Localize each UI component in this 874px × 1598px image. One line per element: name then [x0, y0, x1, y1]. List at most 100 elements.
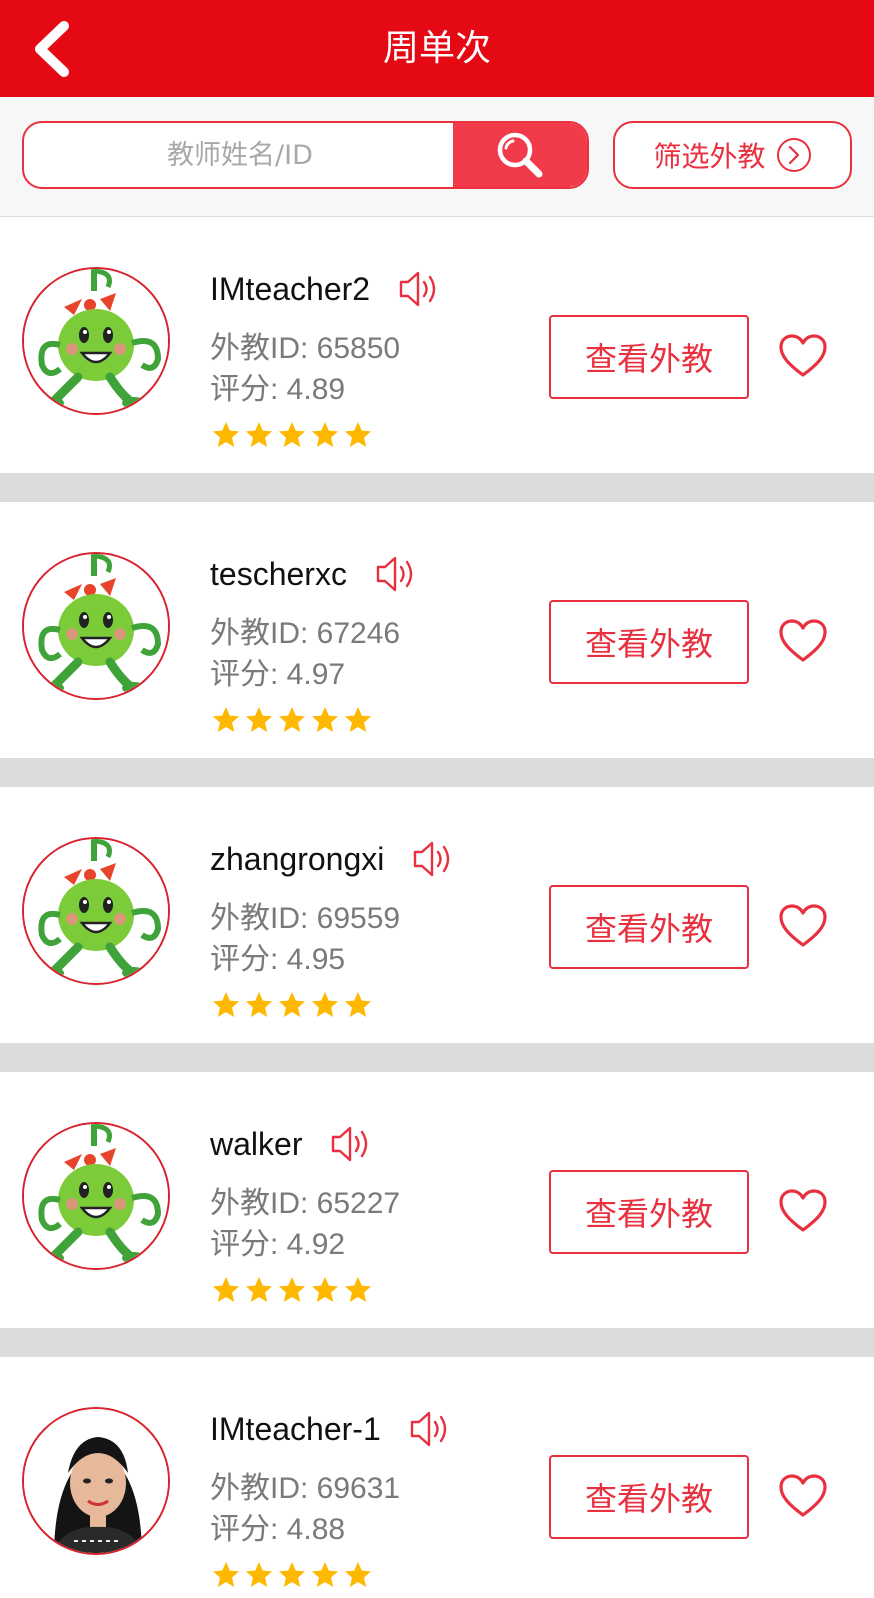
view-teacher-button[interactable]: 查看外教 — [549, 315, 749, 399]
view-teacher-button[interactable]: 查看外教 — [549, 1170, 749, 1254]
heart-icon — [779, 619, 827, 662]
view-teacher-button[interactable]: 查看外教 — [549, 885, 749, 969]
search-icon — [497, 132, 543, 178]
teacher-score: 评分: 4.89 — [210, 373, 346, 406]
star-icon — [345, 422, 371, 447]
avatar[interactable] — [22, 1407, 170, 1555]
search-input[interactable] — [24, 123, 456, 187]
filter-teachers-button[interactable]: 筛选外教 — [613, 121, 852, 189]
top-bar: 周单次 — [0, 0, 874, 97]
teacher-list: IMteacher2 外教ID: 65850 评分: 4.89 查看外教 tes… — [0, 217, 874, 1598]
mascot-avatar-image — [24, 269, 168, 413]
star-icon — [345, 992, 371, 1017]
star-icon — [279, 1277, 305, 1302]
list-divider — [0, 473, 874, 502]
star-icon — [246, 1562, 272, 1587]
heart-icon — [779, 334, 827, 377]
teacher-score: 评分: 4.97 — [210, 658, 346, 691]
heart-icon — [779, 1474, 827, 1517]
favorite-button[interactable] — [778, 903, 828, 949]
teacher-id: 外教ID: 67246 — [210, 617, 401, 650]
star-icon — [246, 1277, 272, 1302]
avatar[interactable] — [22, 552, 170, 700]
speaker-icon[interactable] — [330, 1123, 374, 1165]
star-icon — [312, 1562, 338, 1587]
view-teacher-button[interactable]: 查看外教 — [549, 1455, 749, 1539]
teacher-name: IMteacher-1 — [210, 1410, 381, 1447]
teacher-list-item[interactable]: zhangrongxi 外教ID: 69559 评分: 4.95 查看外教 — [0, 787, 874, 1043]
teacher-name: IMteacher2 — [210, 270, 371, 307]
teacher-id: 外教ID: 69631 — [210, 1472, 401, 1505]
favorite-button[interactable] — [778, 618, 828, 664]
star-icon — [345, 1562, 371, 1587]
page-title: 周单次 — [382, 28, 491, 69]
chevron-right-circle-icon — [776, 138, 811, 172]
favorite-button[interactable] — [778, 1473, 828, 1519]
star-rating — [212, 991, 372, 1018]
name-row: tescherxc — [210, 552, 419, 596]
star-icon — [345, 1277, 371, 1302]
star-icon — [279, 1562, 305, 1587]
star-icon — [345, 707, 371, 732]
star-icon — [312, 422, 338, 447]
teacher-name: walker — [210, 1125, 303, 1162]
speaker-icon[interactable] — [412, 838, 456, 880]
mascot-avatar-image — [24, 554, 168, 698]
name-row: IMteacher2 — [210, 267, 442, 311]
teacher-id: 外教ID: 65227 — [210, 1187, 401, 1220]
teacher-list-item[interactable]: walker 外教ID: 65227 评分: 4.92 查看外教 — [0, 1072, 874, 1328]
speaker-icon[interactable] — [409, 1408, 453, 1450]
name-row: IMteacher-1 — [210, 1407, 453, 1451]
star-icon — [312, 1277, 338, 1302]
teacher-list-item[interactable]: IMteacher-1 外教ID: 69631 评分: 4.88 查看外教 — [0, 1357, 874, 1598]
filter-label: 筛选外教 — [653, 140, 766, 173]
star-icon — [246, 992, 272, 1017]
star-icon — [213, 1562, 239, 1587]
star-rating — [212, 1276, 372, 1303]
star-icon — [213, 422, 239, 447]
star-icon — [246, 422, 272, 447]
teacher-id: 外教ID: 65850 — [210, 332, 401, 365]
teacher-score: 评分: 4.95 — [210, 943, 346, 976]
list-divider — [0, 758, 874, 787]
star-icon — [279, 707, 305, 732]
teacher-score: 评分: 4.88 — [210, 1513, 346, 1546]
teacher-score: 评分: 4.92 — [210, 1228, 346, 1261]
search-box — [22, 121, 589, 189]
star-icon — [312, 992, 338, 1017]
teacher-list-item[interactable]: tescherxc 外教ID: 67246 评分: 4.97 查看外教 — [0, 502, 874, 758]
speaker-icon[interactable] — [398, 268, 442, 310]
teacher-list-item[interactable]: IMteacher2 外教ID: 65850 评分: 4.89 查看外教 — [0, 217, 874, 473]
avatar[interactable] — [22, 1122, 170, 1270]
list-divider — [0, 1328, 874, 1357]
favorite-button[interactable] — [778, 333, 828, 379]
mascot-avatar-image — [24, 1124, 168, 1268]
star-icon — [279, 422, 305, 447]
teacher-id: 外教ID: 69559 — [210, 902, 401, 935]
star-icon — [279, 992, 305, 1017]
star-icon — [213, 1277, 239, 1302]
star-rating — [212, 706, 372, 733]
teacher-photo-image — [24, 1409, 168, 1553]
teacher-name: tescherxc — [210, 555, 347, 592]
name-row: zhangrongxi — [210, 837, 456, 881]
speaker-icon[interactable] — [375, 553, 419, 595]
search-button[interactable] — [453, 123, 587, 187]
star-rating — [212, 1561, 372, 1588]
star-icon — [213, 992, 239, 1017]
star-rating — [212, 421, 372, 448]
star-icon — [246, 707, 272, 732]
heart-icon — [779, 904, 827, 947]
avatar[interactable] — [22, 837, 170, 985]
search-bar: 筛选外教 — [0, 97, 874, 217]
avatar[interactable] — [22, 267, 170, 415]
mascot-avatar-image — [24, 839, 168, 983]
star-icon — [213, 707, 239, 732]
star-icon — [312, 707, 338, 732]
heart-icon — [779, 1189, 827, 1232]
list-divider — [0, 1043, 874, 1072]
name-row: walker — [210, 1122, 374, 1166]
teacher-name: zhangrongxi — [210, 840, 385, 877]
favorite-button[interactable] — [778, 1188, 828, 1234]
view-teacher-button[interactable]: 查看外教 — [549, 600, 749, 684]
